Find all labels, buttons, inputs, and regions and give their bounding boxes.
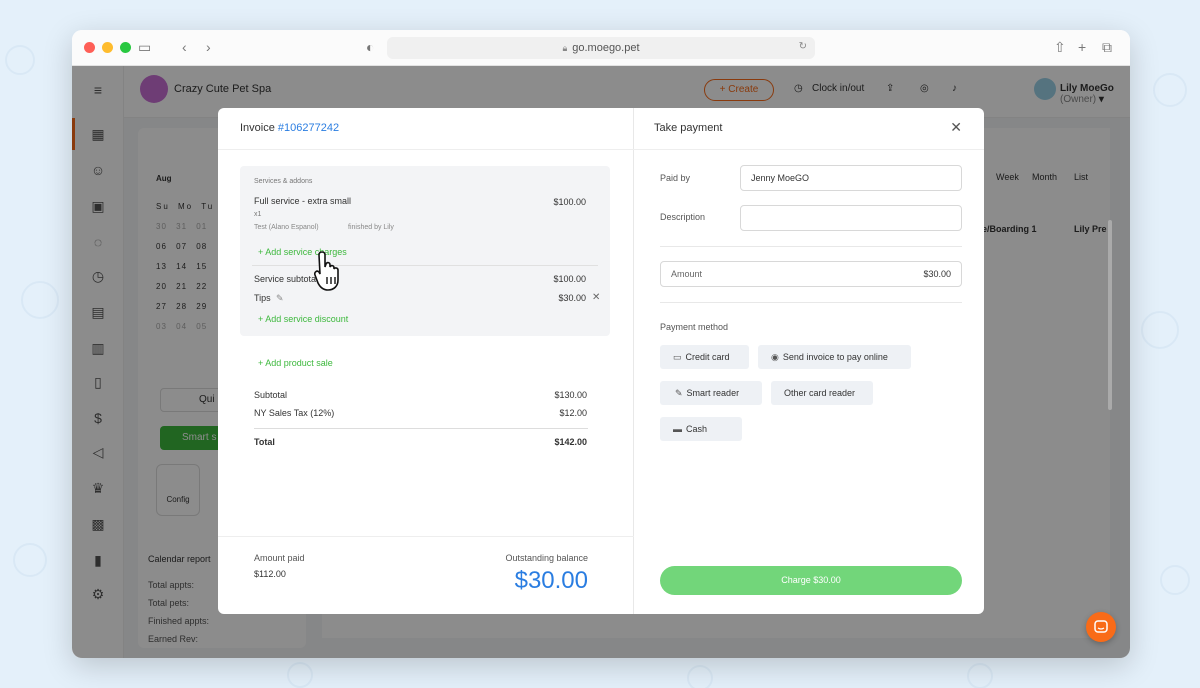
add-product-sale-link[interactable]: + Add product sale [258,358,333,368]
cash-button[interactable]: ▬ Cash [660,417,742,441]
tips-value: $30.00 [558,293,586,303]
subtotal-label: Subtotal [254,390,288,400]
window-controls [84,42,131,53]
service-price: $100.00 [553,197,586,207]
service-name[interactable]: Full service - extra small [254,196,351,206]
service-subtotal-label: Service subtotal [254,274,319,284]
zoom-window-button[interactable] [120,42,131,53]
amount-label: Amount [671,269,703,279]
service-quantity: x1 [254,211,262,218]
send-invoice-label: Send invoice to pay online [782,352,888,362]
outstanding-balance-value: $30.00 [514,567,588,594]
credit-card-icon: ▭ [673,352,682,362]
credit-card-button[interactable]: ▭ Credit card [660,345,749,369]
close-icon[interactable]: ✕ [950,119,962,136]
tax-label: NY Sales Tax (12%) [254,408,335,418]
invoice-title-label: Invoice [240,122,275,134]
amount-paid-value: $112.00 [254,569,286,579]
amount-field[interactable]: Amount $30.00 [660,261,962,287]
shield-icon[interactable]: ◐ [366,39,374,55]
send-invoice-button[interactable]: ◉ Send invoice to pay online [758,345,911,369]
support-chat-button[interactable] [1086,612,1116,642]
tax-value: $12.00 [559,408,587,418]
divider [252,265,598,266]
total-label: Total [254,437,275,447]
services-header: Services & addons [254,178,313,185]
payment-header: Take payment ✕ [634,108,984,150]
tips-label: Tips [254,293,271,303]
outstanding-balance-label: Outstanding balance [505,553,588,563]
back-icon[interactable]: ‹ [182,39,187,55]
invoice-header: Invoice #106277242 [218,108,634,150]
invoice-title: Invoice #106277242 [240,122,339,134]
other-card-reader-button[interactable]: Other card reader [771,381,873,405]
smart-reader-button[interactable]: ✎ Smart reader [660,381,762,405]
invoice-id-link[interactable]: #106277242 [278,122,339,134]
add-service-discount-link[interactable]: + Add service discount [258,314,348,324]
close-window-button[interactable] [84,42,95,53]
tabs-overview-icon[interactable]: ⧉ [1102,39,1112,56]
minimize-window-button[interactable] [102,42,113,53]
service-pet: Test (Alano Espanol) [254,224,319,231]
cash-icon: ▬ [673,424,682,434]
lock-icon: 🔒︎ [562,42,568,53]
take-payment-title: Take payment [654,122,723,134]
divider [660,302,962,303]
invoice-panel: Invoice #106277242 Services & addons Ful… [218,108,634,614]
smart-reader-label: Smart reader [686,388,740,398]
divider [254,428,588,429]
divider [660,246,962,247]
description-label: Description [660,212,706,222]
share-icon[interactable]: ⇧ [1054,39,1066,56]
service-subtotal-value: $100.00 [553,274,586,284]
forward-icon[interactable]: › [206,39,211,55]
url-text: go.moego.pet [572,42,640,54]
hand-cursor-icon [314,251,339,291]
paid-by-label: Paid by [660,173,691,183]
browser-window: ▭ ‹ › ◐ 🔒︎ go.moego.pet ↻ ⇧ + ⧉ ≡ ▦ ☺ ▣ … [72,30,1130,658]
payment-panel: Take payment ✕ Paid by Jenny MoeGO Descr… [634,108,984,614]
remove-tips-icon[interactable]: ✕ [592,292,600,303]
chat-bubble-icon [1094,620,1108,633]
address-bar[interactable]: 🔒︎ go.moego.pet ↻ [387,37,815,59]
sidebar-toggle-icon[interactable]: ▭ [138,39,151,56]
description-field[interactable] [740,205,962,231]
paid-by-field[interactable]: Jenny MoeGO [740,165,962,191]
invoice-footer: Amount paid $112.00 Outstanding balance … [218,536,634,614]
vertical-scrollbar[interactable] [1108,220,1112,410]
credit-card-label: Credit card [685,352,730,362]
reload-icon[interactable]: ↻ [799,41,807,52]
cash-label: Cash [686,424,708,434]
browser-toolbar: ▭ ‹ › ◐ 🔒︎ go.moego.pet ↻ ⇧ + ⧉ [72,30,1130,66]
payment-method-title: Payment method [660,322,729,332]
new-tab-icon[interactable]: + [1078,39,1086,55]
edit-icon[interactable]: ✎ [276,293,284,304]
subtotal-value: $130.00 [554,390,587,400]
total-value: $142.00 [554,437,587,447]
charge-button[interactable]: Charge $30.00 [660,566,962,595]
smart-reader-icon: ✎ [675,388,683,398]
send-invoice-icon: ◉ [771,352,779,362]
other-card-reader-label: Other card reader [784,388,856,398]
amount-paid-label: Amount paid [254,553,305,563]
services-section: Services & addons Full service - extra s… [240,166,610,336]
service-finished-by: finished by Lily [348,224,394,231]
amount-value: $30.00 [923,269,951,279]
invoice-modal: Invoice #106277242 Services & addons Ful… [218,108,984,614]
